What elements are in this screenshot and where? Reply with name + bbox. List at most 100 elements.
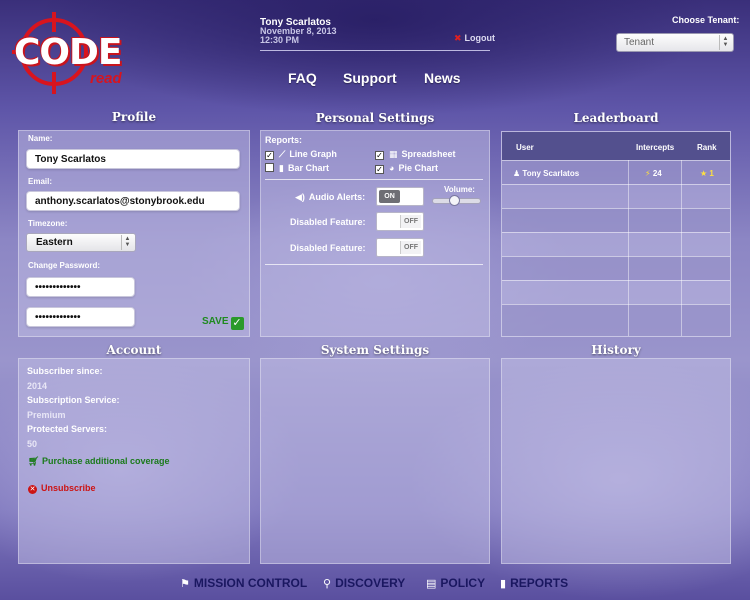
history-panel [501, 358, 731, 564]
confirm-password-field[interactable]: ••••••••••••• [26, 307, 135, 327]
column-header-rank[interactable]: Rank [697, 143, 717, 152]
volume-label: Volume: [444, 185, 475, 194]
checkbox-checked[interactable]: ✓ [375, 151, 384, 160]
timezone-select-value: Eastern [36, 237, 73, 248]
tenant-select[interactable]: Tenant ▲ ▼ [616, 33, 734, 52]
nav-news[interactable]: News [424, 70, 461, 86]
logout-link[interactable]: ✖ Logout [454, 33, 495, 44]
bar-chart-icon: ▮ [500, 578, 507, 590]
leaderboard-rank-value: 1 [709, 169, 714, 178]
settings-divider [265, 179, 483, 180]
nav-reports[interactable]: ▮ REPORTS [500, 576, 568, 590]
report-option-pie-chart[interactable]: ✓ ◕ Pie Chart [375, 163, 438, 174]
user-icon: ♟ [513, 169, 521, 178]
report-option-bar-chart[interactable]: ▮ Bar Chart [265, 163, 329, 174]
subscription-service-value: Premium [27, 410, 66, 420]
disabled-feature-label: Disabled Feature: [290, 243, 366, 253]
disabled-feature-label: Disabled Feature: [290, 217, 366, 227]
email-field[interactable]: anthony.scarlatos@stonybrook.edu [26, 191, 240, 211]
speaker-icon: ◀) [295, 192, 305, 202]
checkbox-checked[interactable]: ✓ [375, 165, 384, 174]
password-field[interactable]: ••••••••••••• [26, 277, 135, 297]
column-divider [628, 160, 629, 336]
lightning-icon: ⚡ [645, 169, 651, 178]
header-divider [260, 50, 490, 51]
personal-settings-title: Personal Settings [315, 111, 435, 125]
nav-label: MISSION CONTROL [193, 576, 308, 590]
settings-divider [265, 264, 483, 265]
nav-discovery[interactable]: ⚲ DISCOVERY [323, 576, 405, 590]
reports-label: Reports: [265, 135, 303, 145]
disabled-feature-toggle[interactable]: OFF [376, 238, 424, 257]
report-option-line-graph[interactable]: ✓ ⟋ Line Graph [265, 149, 337, 160]
leaderboard-intercepts-cell: ⚡ 24 [645, 169, 662, 178]
checkbox-checked[interactable]: ✓ [265, 151, 274, 160]
leaderboard-header [502, 132, 730, 160]
report-label: Bar Chart [287, 163, 329, 173]
purchase-label: Purchase additional coverage [41, 456, 170, 466]
name-label: Name: [28, 134, 53, 143]
protected-servers-label: Protected Servers: [27, 424, 108, 434]
code-read-logo: CODE read [12, 10, 124, 96]
protected-servers-value: 50 [27, 439, 38, 449]
unsubscribe-label: Unsubscribe [41, 483, 96, 493]
save-button[interactable]: SAVE ✓ [202, 316, 244, 330]
table-row [502, 184, 730, 208]
nav-mission-control[interactable]: ⚑ MISSION CONTROL [180, 576, 307, 590]
nav-support[interactable]: Support [343, 70, 397, 86]
leaderboard-user-cell: ♟ Tony Scarlatos [513, 169, 579, 178]
current-time: 12:30 PM [260, 35, 300, 45]
line-graph-icon: ⟋ [279, 149, 286, 159]
report-label: Spreadsheet [401, 149, 456, 159]
report-label: Pie Chart [398, 163, 438, 173]
tenant-label: Choose Tenant: [672, 15, 740, 25]
magnifier-icon: ⚲ [323, 578, 332, 590]
leaderboard-intercepts-value: 24 [652, 169, 662, 178]
report-option-spreadsheet[interactable]: ✓ ▦ Spreadsheet [375, 149, 456, 160]
leaderboard-user-name: Tony Scarlatos [522, 169, 580, 178]
audio-alerts-text: Audio Alerts: [308, 192, 366, 202]
column-divider [681, 160, 682, 336]
name-field[interactable]: Tony Scarlatos [26, 149, 240, 169]
logout-label: Logout [464, 33, 496, 43]
logo-text: CODE [14, 32, 122, 73]
audio-alerts-toggle[interactable]: ON [376, 187, 424, 206]
table-row [502, 280, 730, 304]
column-header-intercepts[interactable]: Intercepts [636, 143, 674, 152]
subscription-service-label: Subscription Service: [27, 395, 120, 405]
timezone-select[interactable]: Eastern ▲ ▼ [26, 233, 136, 252]
unsubscribe-link[interactable]: ✕ Unsubscribe [28, 483, 96, 494]
system-settings-title: System Settings [320, 343, 430, 357]
leaderboard-title: Leaderboard [573, 111, 659, 125]
flag-icon: ⚑ [180, 578, 190, 590]
nav-policy[interactable]: ▤ POLICY [426, 576, 485, 590]
cart-icon: 🛒︎ [28, 456, 40, 466]
disabled-feature-toggle[interactable]: OFF [376, 212, 424, 231]
leaderboard-rank-cell: ★ 1 [700, 169, 714, 178]
table-row [502, 208, 730, 232]
toggle-state: ON [379, 190, 400, 203]
save-label: SAVE [202, 316, 229, 327]
nav-label: DISCOVERY [335, 576, 406, 590]
purchase-coverage-link[interactable]: 🛒︎ Purchase additional coverage [28, 456, 170, 467]
table-row [502, 256, 730, 280]
pie-chart-icon: ◕ [389, 163, 395, 173]
table-row [502, 232, 730, 256]
checkmark-icon: ✓ [230, 317, 244, 330]
history-title: History [591, 343, 641, 357]
nav-label: POLICY [440, 576, 486, 590]
account-title: Account [106, 343, 162, 357]
column-header-user[interactable]: User [516, 143, 534, 152]
email-label: Email: [28, 177, 53, 186]
report-label: Line Graph [289, 149, 337, 159]
checkbox-unchecked[interactable] [265, 163, 274, 172]
nav-faq[interactable]: FAQ [288, 70, 317, 86]
book-icon: ▤ [426, 578, 437, 590]
logo-subtext: read [90, 70, 122, 87]
subscriber-since-label: Subscriber since: [27, 366, 103, 376]
toggle-state: OFF [400, 215, 421, 228]
profile-title: Profile [111, 110, 157, 124]
subscriber-since-value: 2014 [27, 381, 48, 391]
timezone-label: Timezone: [28, 219, 68, 228]
up-down-arrows-icon: ▲ ▼ [719, 35, 731, 50]
